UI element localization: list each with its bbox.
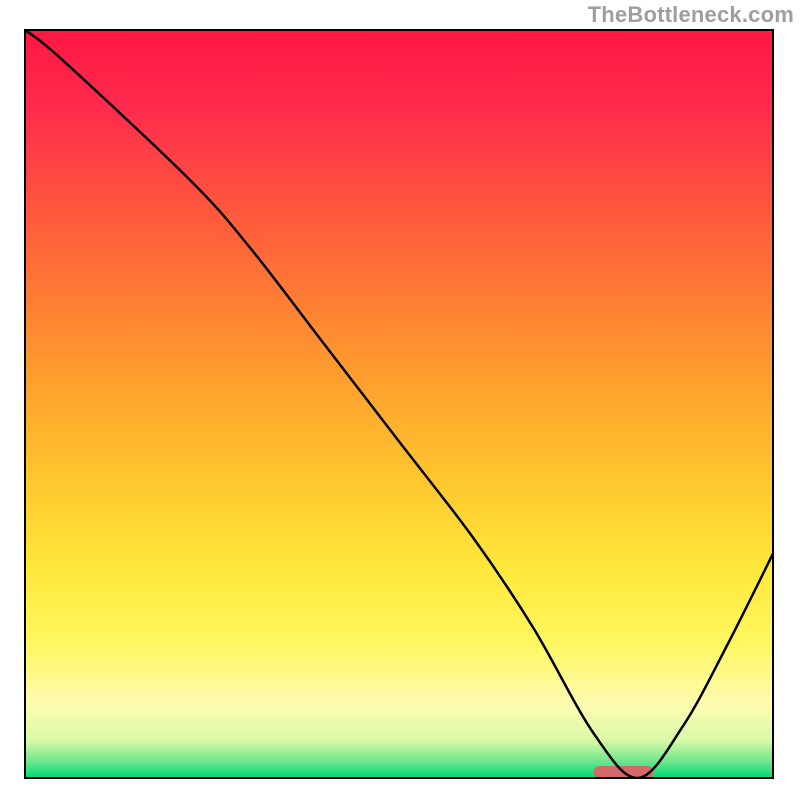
watermark-text: TheBottleneck.com <box>588 2 794 28</box>
plot-background <box>25 30 773 778</box>
chart-container: TheBottleneck.com <box>0 0 800 800</box>
bottleneck-chart <box>0 0 800 800</box>
